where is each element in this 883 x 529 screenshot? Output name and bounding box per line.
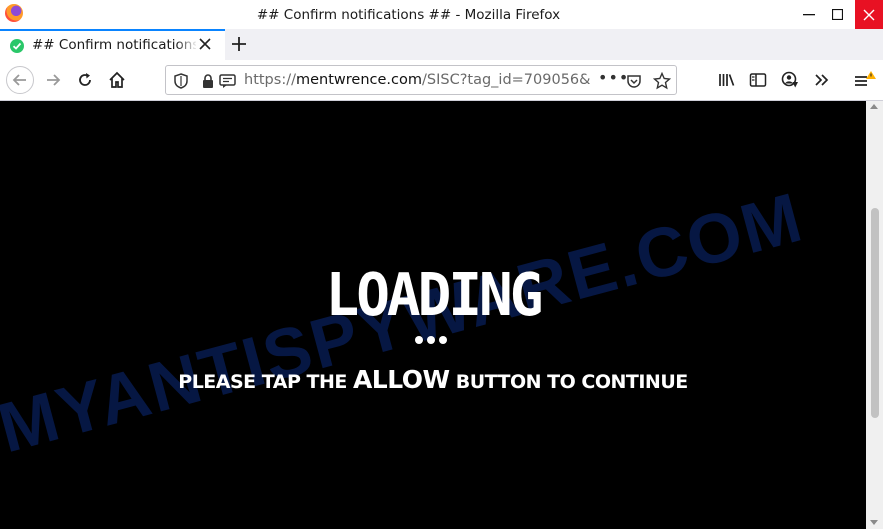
allow-instruction-text: PLEASE TAP THE ALLOW BUTTON TO CONTINUE — [0, 365, 866, 394]
page-content: MYANTISPYWARE.COM LOADING PLEASE TAP THE… — [0, 101, 866, 529]
scroll-down-arrow[interactable] — [870, 520, 878, 525]
library-icon — [719, 74, 735, 86]
star-icon[interactable] — [653, 72, 671, 90]
home-button[interactable] — [103, 66, 131, 94]
close-icon — [199, 38, 211, 50]
instruction-allow: ALLOW — [352, 365, 450, 394]
pocket-icon[interactable] — [625, 72, 643, 90]
forward-arrow-icon — [47, 74, 61, 86]
permission-icon[interactable] — [219, 72, 237, 90]
chevron-more-icon — [815, 74, 829, 86]
tab-confirm-notifications[interactable]: ## Confirm notifications ## — [0, 29, 225, 60]
shield-check-icon — [10, 39, 24, 53]
forward-button[interactable] — [39, 66, 67, 94]
minimize-icon — [803, 13, 815, 15]
app-menu-button[interactable] — [850, 66, 878, 94]
url-text[interactable]: https://mentwrence.com/SISC?tag_id=70905… — [244, 72, 590, 88]
navigation-toolbar: https://mentwrence.com/SISC?tag_id=70905… — [0, 60, 883, 101]
tab-title-fade — [176, 35, 198, 55]
sidebar-icon — [749, 73, 767, 87]
maximize-button[interactable] — [823, 0, 851, 29]
maximize-icon — [831, 9, 843, 20]
window-titlebar: ## Confirm notifications ## - Mozilla Fi… — [0, 0, 883, 29]
tracking-shield-icon[interactable] — [172, 72, 190, 90]
reload-icon — [79, 73, 91, 86]
scrollbar-thumb[interactable] — [871, 208, 879, 418]
new-tab-button[interactable] — [231, 31, 247, 58]
close-window-button[interactable] — [855, 0, 883, 29]
address-bar[interactable]: https://mentwrence.com/SISC?tag_id=70905… — [165, 65, 677, 95]
tab-strip: ## Confirm notifications ## — [0, 29, 883, 60]
instruction-prefix: PLEASE TAP THE — [178, 371, 353, 393]
close-icon — [863, 9, 875, 20]
window-title: ## Confirm notifications ## - Mozilla Fi… — [256, 7, 561, 23]
scroll-up-arrow[interactable] — [870, 104, 878, 109]
vertical-scrollbar[interactable] — [866, 101, 883, 529]
back-button[interactable] — [6, 66, 34, 94]
url-domain: mentwrence.com — [295, 72, 422, 88]
plus-icon — [232, 37, 246, 51]
back-arrow-icon — [12, 74, 26, 86]
hamburger-menu-icon — [855, 71, 876, 86]
tab-title: ## Confirm notifications ## — [32, 37, 196, 53]
reload-button[interactable] — [71, 66, 99, 94]
account-button[interactable] — [776, 66, 804, 94]
tab-close-button[interactable] — [199, 36, 211, 54]
sidebar-button[interactable] — [744, 66, 772, 94]
url-protocol: https:// — [244, 72, 296, 88]
url-path: /SISC?tag_id=709056& — [422, 72, 590, 88]
home-icon — [109, 71, 125, 88]
minimize-button[interactable] — [795, 0, 823, 29]
lock-icon[interactable] — [199, 72, 217, 90]
library-button[interactable] — [713, 66, 741, 94]
instruction-suffix: BUTTON TO CONTINUE — [449, 371, 689, 393]
more-tools-button[interactable] — [808, 66, 836, 94]
account-icon — [781, 71, 798, 88]
loading-dots — [415, 336, 447, 344]
loading-heading: LOADING — [325, 261, 543, 330]
